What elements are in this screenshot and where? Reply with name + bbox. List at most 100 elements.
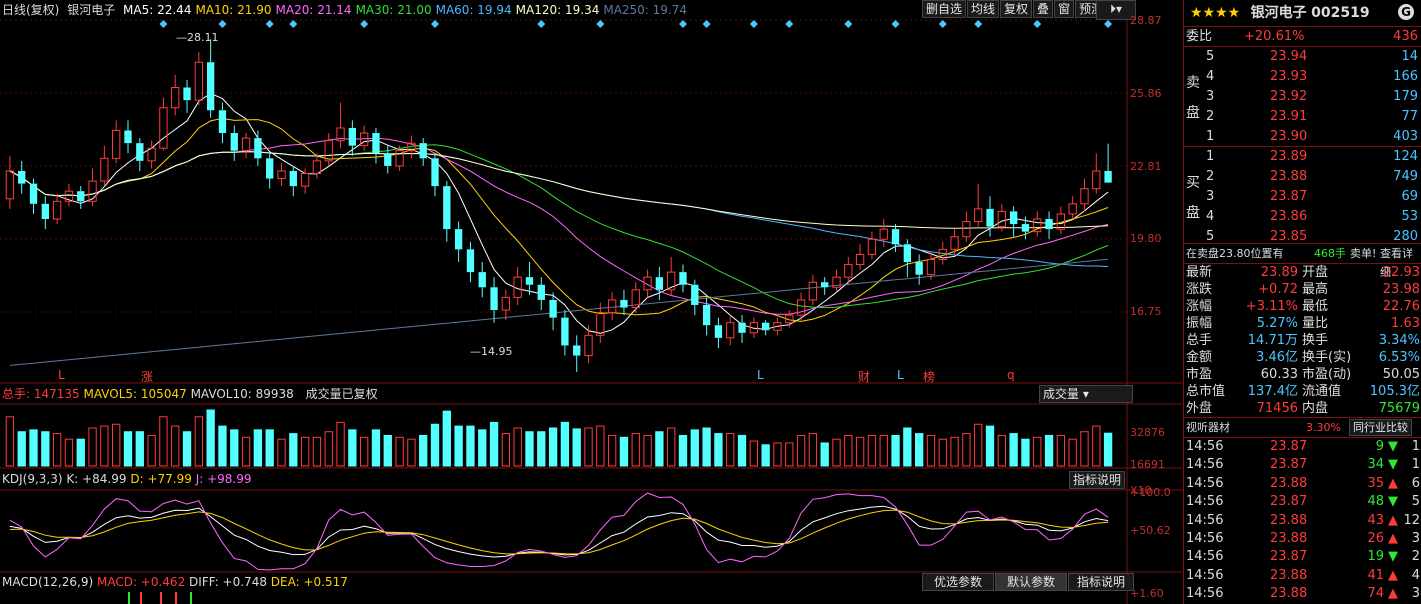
- volume-bar: [997, 434, 1006, 467]
- candle: [573, 335, 581, 372]
- volume-bar: [903, 427, 912, 467]
- candle: [631, 282, 640, 313]
- volume-bar: [761, 444, 770, 467]
- event-marker: L: [757, 368, 764, 382]
- signal-diamond: [159, 20, 168, 28]
- candle: [194, 52, 204, 106]
- tick-time: 14:56: [1186, 457, 1224, 473]
- toolbar-button[interactable]: 均线: [967, 0, 1000, 18]
- kdj-help-button[interactable]: 指标说明: [1069, 471, 1126, 489]
- ma10-line: [9, 117, 1109, 322]
- tick-volume: 34: [1367, 457, 1384, 473]
- macd-name: MACD(12,26,9): [2, 575, 94, 589]
- volume-bar: [1044, 434, 1054, 467]
- volume-bar: [607, 434, 617, 467]
- candle: [986, 196, 994, 237]
- stat-value: 3.46亿: [1256, 350, 1298, 365]
- signal-markers: [159, 20, 1113, 28]
- kdj-k: K: +84.99: [66, 472, 127, 486]
- order-level: 3: [1206, 189, 1215, 204]
- event-marker: 榜: [923, 370, 936, 384]
- toolbar-button[interactable]: 窗: [1054, 0, 1075, 18]
- signal-diamond: [218, 20, 227, 28]
- arrow-up-icon: ▲: [1388, 512, 1398, 528]
- volume-bar: [348, 429, 357, 467]
- toolbar-button[interactable]: 叠: [1033, 0, 1054, 18]
- order-level: 1: [1206, 129, 1215, 144]
- volume-bar: [359, 436, 369, 467]
- tick-count: 6: [1411, 475, 1420, 491]
- toolbar-button[interactable]: 删自选: [922, 0, 967, 18]
- low-annotation: —14.95: [470, 345, 513, 358]
- tick-price: 23.88: [1270, 586, 1308, 602]
- order-volume: 166: [1393, 69, 1418, 84]
- toolbar-button[interactable]: 复权: [1000, 0, 1033, 18]
- candle: [348, 120, 357, 156]
- volume-bar: [1021, 438, 1030, 467]
- price-axis-label: 28.87: [1130, 14, 1162, 27]
- volume-indicator-select[interactable]: 成交量 ▾: [1039, 385, 1133, 403]
- volume-bar: [135, 431, 144, 467]
- volume-bar: [336, 421, 345, 467]
- volume-bar: [726, 433, 735, 467]
- candle: [808, 274, 818, 305]
- candlestick-series: [5, 39, 1112, 372]
- price-axis-label: 19.80: [1130, 232, 1162, 245]
- tick-volume: 26: [1367, 531, 1384, 546]
- tick-volume: 74: [1367, 586, 1384, 602]
- industry-compare-button[interactable]: 同行业比较: [1349, 419, 1412, 436]
- event-marker: 涨: [141, 370, 154, 384]
- stat-value: 3.34%: [1378, 333, 1420, 348]
- signal-diamond: [785, 20, 794, 28]
- industry-pct: 3.30%: [1306, 421, 1341, 434]
- volume-bar: [1068, 438, 1077, 467]
- optimize-params-button[interactable]: 优选参数: [922, 573, 994, 591]
- volume-bar: [1080, 431, 1089, 467]
- tick-count: 4: [1411, 567, 1420, 583]
- arrow-down-icon: ▼: [1388, 457, 1398, 473]
- order-volume: 77: [1401, 109, 1418, 124]
- candle: [620, 289, 628, 316]
- stock-code: 002519: [1311, 5, 1370, 21]
- stat-row: 涨幅 +3.11% 最低 22.76: [1184, 298, 1421, 315]
- candle: [159, 97, 168, 151]
- tick-row: 14:56 23.87 48 ▼ 5: [1184, 493, 1421, 511]
- stat-label: 最高: [1302, 282, 1329, 297]
- main-legend: 日线(复权) 银河电子 MA5: 22.44 MA10: 21.90 MA20: 2…: [2, 2, 695, 18]
- info-icon[interactable]: G: [1398, 4, 1414, 20]
- volume-bar: [312, 436, 322, 467]
- candle: [607, 292, 617, 321]
- tick-time: 14:56: [1186, 586, 1224, 602]
- volume-bar: [241, 436, 251, 467]
- volume-bar: [206, 409, 215, 467]
- stat-label: 开盘: [1302, 265, 1329, 280]
- volume-select-label: 成交量: [1043, 387, 1080, 401]
- default-params-button[interactable]: 默认参数: [995, 573, 1067, 591]
- volume-bar: [454, 425, 463, 467]
- volume-bar: [879, 434, 888, 467]
- candle: [974, 183, 983, 227]
- candle: [454, 221, 463, 262]
- order-level: 4: [1206, 69, 1215, 84]
- order-row: 5 23.94 14: [1184, 47, 1421, 66]
- volume-bar: [596, 425, 605, 467]
- macd-help-button[interactable]: 指标说明: [1068, 573, 1134, 591]
- candle: [29, 178, 38, 214]
- stat-label: 金额: [1186, 350, 1213, 365]
- macd-bar: [140, 592, 142, 604]
- tick-count: 12: [1403, 512, 1420, 528]
- stat-label: 最新: [1186, 265, 1213, 280]
- signal-diamond: [678, 20, 687, 28]
- order-volume: 53: [1401, 209, 1418, 224]
- volume-bar: [537, 431, 546, 467]
- candle: [136, 138, 144, 171]
- arrow-down-icon: ▼: [1388, 494, 1398, 510]
- volume-bar: [64, 438, 74, 467]
- volume-bar: [253, 429, 263, 467]
- tick-row: 14:56 23.87 9 ▼ 1: [1184, 438, 1421, 456]
- order-volume: 179: [1393, 89, 1418, 104]
- candle: [1092, 153, 1101, 194]
- stat-value: 22.76: [1382, 299, 1420, 314]
- volume-bar: [289, 433, 298, 467]
- volume-bar: [714, 433, 723, 467]
